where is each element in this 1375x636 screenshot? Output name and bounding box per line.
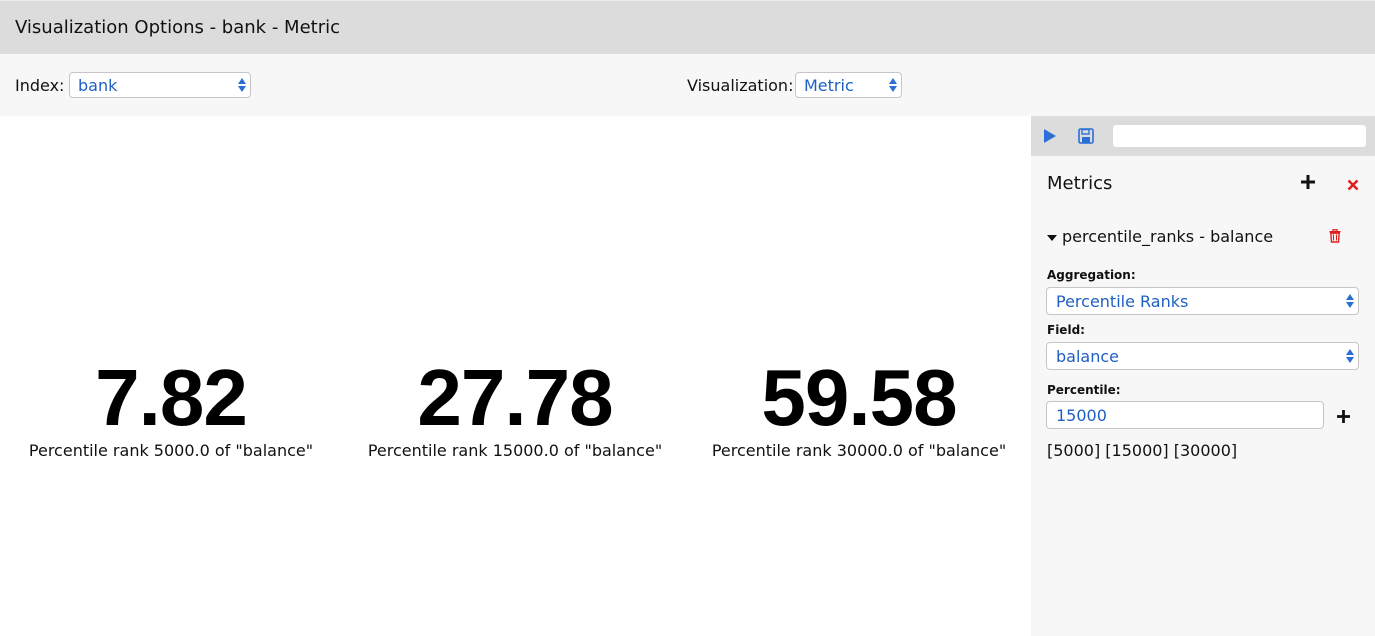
metric-value: 59.58 xyxy=(761,353,957,442)
toolbar-search-input[interactable] xyxy=(1113,125,1366,147)
play-icon[interactable] xyxy=(1043,128,1057,148)
title-bar: Visualization Options - bank - Metric xyxy=(0,0,1375,54)
aggregation-item-title: percentile_ranks - balance xyxy=(1062,227,1274,246)
visualization-select-value: Metric xyxy=(804,76,854,95)
options-bar: Index: bank Visualization: Metric xyxy=(0,54,1375,116)
panel-toolbar xyxy=(1031,116,1375,156)
plus-icon[interactable] xyxy=(1301,174,1315,193)
add-percentile-plus-icon[interactable] xyxy=(1337,408,1350,427)
index-select[interactable]: bank xyxy=(69,72,251,98)
select-arrows-icon xyxy=(889,77,897,93)
visualization-label: Visualization: xyxy=(687,76,794,95)
select-arrows-icon xyxy=(238,77,246,93)
aggregation-select-value: Percentile Ranks xyxy=(1056,292,1189,311)
save-icon[interactable] xyxy=(1078,128,1094,148)
window-title: Visualization Options - bank - Metric xyxy=(15,17,340,38)
index-select-value: bank xyxy=(78,76,118,95)
metric-value: 7.82 xyxy=(95,353,248,442)
index-label: Index: xyxy=(15,76,65,95)
close-icon[interactable] xyxy=(1347,176,1359,195)
metric-label: Percentile rank 5000.0 of "balance" xyxy=(28,441,314,460)
aggregation-select[interactable]: Percentile Ranks xyxy=(1046,287,1359,315)
caret-down-icon xyxy=(1047,234,1057,241)
percentile-input[interactable] xyxy=(1046,401,1324,429)
percentile-label: Percentile: xyxy=(1047,383,1121,397)
field-select[interactable]: balance xyxy=(1046,342,1359,370)
field-label: Field: xyxy=(1047,323,1085,337)
metric-value: 27.78 xyxy=(417,353,613,442)
percentiles-list: [5000] [15000] [30000] xyxy=(1047,441,1238,460)
metric-label: Percentile rank 15000.0 of "balance" xyxy=(367,441,663,460)
select-arrows-icon xyxy=(1346,293,1354,309)
metrics-panel: Metrics percentile_ranks - balance Aggre… xyxy=(1031,116,1375,636)
visualization-select[interactable]: Metric xyxy=(795,72,902,98)
aggregation-label: Aggregation: xyxy=(1047,268,1136,282)
metric-label: Percentile rank 30000.0 of "balance" xyxy=(711,441,1007,460)
aggregation-item-header[interactable]: percentile_ranks - balance xyxy=(1047,227,1273,246)
panel-heading: Metrics xyxy=(1047,173,1113,194)
trash-icon[interactable] xyxy=(1329,228,1341,247)
field-select-value: balance xyxy=(1056,347,1119,366)
select-arrows-icon xyxy=(1346,348,1354,364)
